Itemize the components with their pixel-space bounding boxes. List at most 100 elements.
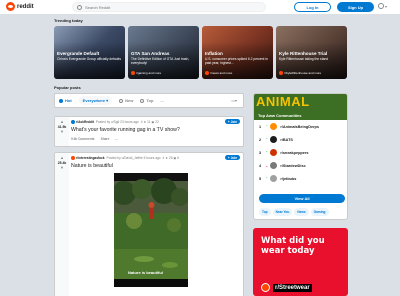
rank-up-icon: ⌃ bbox=[265, 124, 269, 129]
trend-card-title: Evergrande Default bbox=[57, 51, 100, 56]
login-button[interactable]: Log In bbox=[294, 2, 331, 12]
post-meta: r/interestingasfuck Posted by u/David_Je… bbox=[71, 156, 179, 160]
tag-news[interactable]: News bbox=[294, 208, 309, 216]
sort-hot-button[interactable]: Hot bbox=[59, 98, 72, 103]
trend-card[interactable]: Kyle Rittenhouse Trial Kyle Rittenhouse … bbox=[276, 26, 347, 79]
chart-icon bbox=[140, 98, 145, 103]
community-tags: Top Near You News Gaming bbox=[259, 208, 331, 216]
post-meta: r/AskReddit Posted by u/Sg6 23 hours ago… bbox=[71, 120, 159, 124]
sparkle-icon bbox=[119, 98, 124, 103]
user-menu[interactable]: ▾ bbox=[378, 3, 387, 9]
trend-card-title: GTA San Andreas bbox=[131, 51, 170, 56]
trend-card-desc: China's Evergrande Group officially defa… bbox=[57, 57, 121, 61]
search-icon bbox=[77, 4, 82, 10]
community-item[interactable]: 4 ⌄ r/StardewDisc bbox=[259, 162, 306, 169]
sort-more-button[interactable]: ... bbox=[160, 98, 163, 103]
trend-card-desc: Kyle Rittenhouse taking the stand bbox=[279, 57, 329, 61]
join-button[interactable]: + Join bbox=[225, 119, 240, 124]
search-input[interactable] bbox=[85, 4, 245, 10]
post-card[interactable]: ▲ 25.4k ▼ r/interestingasfuck Posted by … bbox=[54, 152, 244, 296]
region-label: Everywhere bbox=[82, 98, 106, 103]
community-item[interactable]: 5 ⌃ r/jetbubs bbox=[259, 175, 296, 182]
top-communities-card: ANIMAL Top Aww Communities 1 ⌃ r/Animals… bbox=[253, 93, 348, 220]
community-avatar bbox=[270, 149, 278, 156]
banner-art-text: ANIMAL bbox=[256, 94, 310, 109]
popular-posts-title: Popular posts bbox=[54, 85, 81, 90]
trend-card-sub: r/gaming and more bbox=[131, 71, 161, 75]
comments-button[interactable]: 9.9k Comments bbox=[71, 137, 95, 141]
more-button[interactable]: ... bbox=[115, 137, 118, 141]
trend-card[interactable]: GTA San Andreas The Definitive Edition o… bbox=[128, 26, 199, 79]
subreddit-link[interactable]: r/interestingasfuck bbox=[76, 156, 105, 160]
promoted-ad[interactable]: What did you wear today r/Streetwear bbox=[253, 228, 348, 296]
trend-card[interactable]: Inflation U.S. consumer prices spiked 6.… bbox=[202, 26, 273, 79]
vote-column: ▲ 41.9k ▼ bbox=[55, 117, 69, 146]
community-avatar bbox=[270, 162, 278, 169]
sort-new-label: New bbox=[125, 98, 134, 103]
post-title[interactable]: Nature is beautiful bbox=[71, 163, 113, 169]
video-caption: Nature is beautiful bbox=[128, 270, 163, 275]
community-item[interactable]: 2 ⌃ r/BATS bbox=[259, 136, 293, 143]
subreddit-icon bbox=[71, 156, 75, 160]
subreddit-icon bbox=[279, 71, 283, 75]
post-author: Posted by u/Sg6 23 hours ago bbox=[95, 120, 139, 124]
community-name: r/StardewDisc bbox=[280, 163, 306, 168]
trend-card-desc: The Definitive Edition of GTA Just trash… bbox=[131, 57, 190, 65]
trend-card-title: Inflation bbox=[205, 51, 223, 56]
top-nav: reddit Log In Sign Up ▾ bbox=[0, 0, 400, 14]
rank-up-icon: ⌃ bbox=[265, 137, 269, 142]
search-box[interactable] bbox=[72, 2, 266, 12]
downvote-icon[interactable]: ▼ bbox=[60, 166, 64, 170]
reddit-logo[interactable]: reddit bbox=[6, 2, 34, 11]
rank-up-icon: ⌃ bbox=[265, 150, 269, 155]
sort-top-button[interactable]: Top bbox=[140, 98, 153, 103]
trend-card-sub: r/news and more bbox=[205, 71, 232, 75]
chevron-down-icon: ▾ bbox=[106, 98, 109, 103]
view-all-button[interactable]: View All bbox=[259, 194, 345, 203]
downvote-icon[interactable]: ▼ bbox=[60, 130, 64, 134]
upvote-icon[interactable]: ▲ bbox=[60, 120, 64, 124]
trend-card[interactable]: Evergrande Default China's Evergrande Gr… bbox=[54, 26, 125, 79]
sort-hot-label: Hot bbox=[65, 98, 72, 103]
post-author: Posted by u/David_Jeffrie 5 hours ago bbox=[106, 156, 161, 160]
tag-near-you[interactable]: Near You bbox=[272, 208, 293, 216]
rank-down-icon: ⌄ bbox=[265, 163, 269, 168]
community-avatar bbox=[270, 123, 278, 130]
trend-card-sub-label: r/news and more bbox=[210, 71, 233, 75]
tag-top[interactable]: Top bbox=[259, 208, 271, 216]
community-item[interactable]: 1 ⌃ r/AnimalsBeingDerps bbox=[259, 123, 319, 130]
subreddit-icon bbox=[131, 71, 135, 75]
trend-card-desc: U.S. consumer prices spiked 6.2 percent … bbox=[205, 57, 268, 65]
post-awards: 4 ★ 25 ▣ 6 bbox=[162, 156, 180, 160]
banner-caption: Top Aww Communities bbox=[258, 113, 302, 118]
join-button[interactable]: + Join bbox=[225, 155, 240, 160]
rank-up-icon: ⌃ bbox=[265, 176, 269, 181]
signup-button[interactable]: Sign Up bbox=[337, 2, 374, 12]
post-title[interactable]: What's your favorite running gag in a TV… bbox=[71, 127, 180, 133]
chevron-down-icon: ▾ bbox=[385, 3, 388, 9]
community-name: r/jetbubs bbox=[280, 176, 297, 181]
ad-headline: What did you wear today bbox=[261, 236, 325, 256]
trend-card-sub-label: r/gaming and more bbox=[136, 71, 162, 75]
share-button[interactable]: Share bbox=[101, 137, 110, 141]
communities-banner: ANIMAL Top Aww Communities bbox=[254, 94, 347, 120]
ad-subreddit[interactable]: r/Streetwear bbox=[261, 283, 312, 292]
post-card[interactable]: ▲ 41.9k ▼ r/AskReddit Posted by u/Sg6 23… bbox=[54, 116, 244, 147]
trend-card-sub-label: r/KyleRittenhouse and more bbox=[284, 71, 322, 75]
community-name: r/BATS bbox=[280, 137, 293, 142]
post-awards: 4 ★ 11 ▣ 22 bbox=[140, 120, 159, 124]
subreddit-icon bbox=[261, 283, 270, 292]
user-icon bbox=[378, 3, 384, 9]
sort-new-button[interactable]: New bbox=[119, 98, 133, 103]
sort-top-label: Top bbox=[146, 98, 154, 103]
community-item[interactable]: 3 ⌃ r/sneakpeppers bbox=[259, 149, 308, 156]
upvote-icon[interactable]: ▲ bbox=[60, 156, 64, 160]
tag-gaming[interactable]: Gaming bbox=[310, 208, 329, 216]
region-dropdown[interactable]: Everywhere ▾ bbox=[78, 96, 113, 105]
post-video[interactable]: Nature is beautiful bbox=[114, 173, 188, 287]
layout-toggle-icon[interactable]: ▭▾ bbox=[231, 98, 237, 103]
subreddit-link[interactable]: r/AskReddit bbox=[76, 120, 94, 124]
community-name: r/AnimalsBeingDerps bbox=[280, 124, 319, 129]
ad-subreddit-label: r/Streetwear bbox=[273, 283, 312, 292]
subreddit-icon bbox=[71, 120, 75, 124]
